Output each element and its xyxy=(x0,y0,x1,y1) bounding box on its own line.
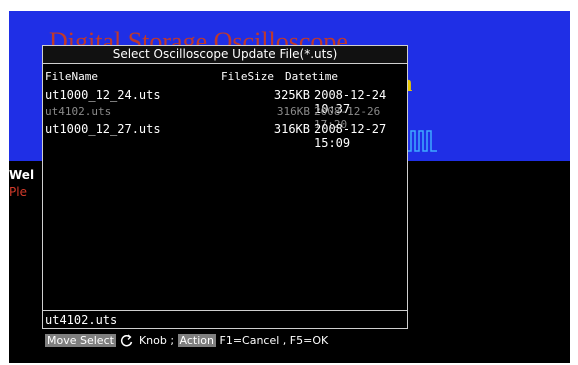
file-datetime: 2008-12-27 15:09 xyxy=(314,122,387,150)
move-select-label: Move Select xyxy=(45,334,116,347)
file-row[interactable]: ut1000_12_27.uts 316KB 2008-12-27 15:09 xyxy=(45,122,405,150)
file-name: ut1000_12_24.uts xyxy=(45,88,161,102)
selected-file-field[interactable]: ut4102.uts xyxy=(43,310,407,329)
status-bar: Move Select Knob ; Action F1=Cancel , F5… xyxy=(45,332,328,350)
action-label: Action xyxy=(177,334,216,347)
file-size: 325KB xyxy=(273,88,310,102)
dialog-title: Select Oscilloscope Update File(*.uts) xyxy=(43,46,407,64)
background-text-welcome: Wel xyxy=(9,168,35,182)
background-text-please: Ple xyxy=(9,185,27,199)
file-size: 316KB xyxy=(276,105,310,118)
file-select-dialog: Select Oscilloscope Update File(*.uts) F… xyxy=(42,45,408,329)
knob-text: Knob ; xyxy=(138,334,175,347)
column-header-filesize: FileSize xyxy=(221,70,274,83)
knob-icon xyxy=(121,334,133,347)
waveform-icon xyxy=(407,130,437,152)
file-list-header: FileName FileSize Datetime xyxy=(45,70,405,84)
file-row[interactable]: ut1000_12_24.uts 325KB 2008-12-24 10:37 xyxy=(45,88,405,116)
column-header-filename: FileName xyxy=(45,70,98,83)
column-header-datetime: Datetime xyxy=(285,70,338,83)
oscilloscope-screen: Digital Storage Oscilloscope n Wel Ple S… xyxy=(9,11,570,363)
file-name: ut1000_12_27.uts xyxy=(45,122,161,136)
file-name: ut4102.uts xyxy=(45,105,112,118)
file-size: 316KB xyxy=(273,122,310,136)
action-hint: F1=Cancel , F5=OK xyxy=(219,334,329,347)
file-row[interactable]: ut4102.uts 316KB 2008-12-26 17:20 xyxy=(45,105,405,131)
